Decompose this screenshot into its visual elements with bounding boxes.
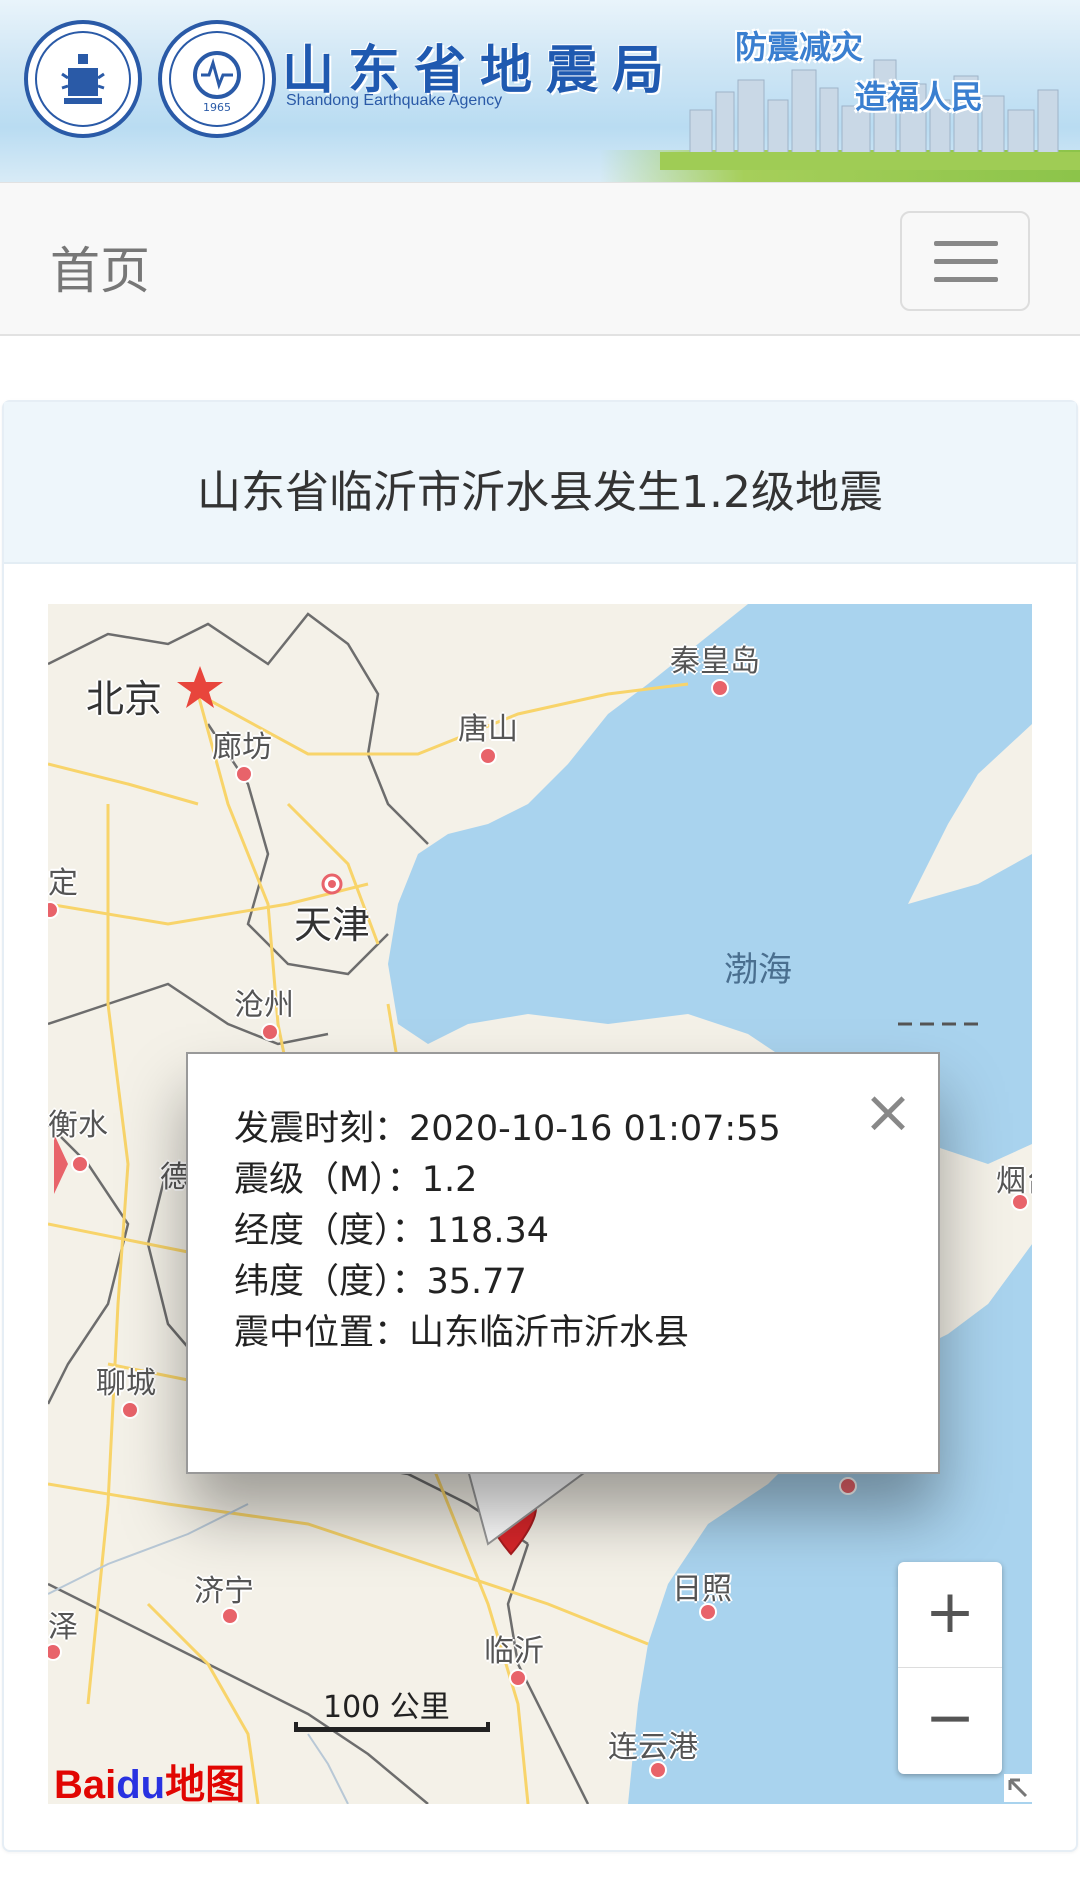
baidu-logo-bai: Bai xyxy=(54,1763,117,1804)
info-latitude-value: 35.77 xyxy=(426,1262,527,1302)
info-magnitude-value: 1.2 xyxy=(421,1160,478,1200)
earthquake-title: 山东省临沂市沂水县发生1.2级地震 xyxy=(197,467,883,518)
city-label-lianyungang: 连云港 xyxy=(608,1730,698,1765)
baidu-logo-map: 地图 xyxy=(165,1763,246,1804)
city-label-rizhao: 日照 xyxy=(672,1572,732,1607)
zoom-control: + − xyxy=(898,1562,1002,1774)
city-label-cangzhou: 沧州 xyxy=(234,988,294,1023)
home-link[interactable]: 首页 xyxy=(50,231,150,303)
info-time-value: 2020-10-16 01:07:55 xyxy=(409,1109,781,1149)
panel-heading: 山东省临沂市沂水县发生1.2级地震 xyxy=(4,402,1076,564)
menu-toggle-button[interactable] xyxy=(900,211,1030,311)
svg-text:1965: 1965 xyxy=(203,101,231,114)
city-label-jining: 济宁 xyxy=(194,1574,254,1609)
info-latitude-row: 纬度（度）：35.77 xyxy=(234,1257,781,1308)
info-time-row: 发震时刻：2020-10-16 01:07:55 xyxy=(234,1104,781,1155)
zoom-out-button[interactable]: − xyxy=(898,1668,1002,1773)
slogan-line-2: 造福人民 xyxy=(855,78,984,116)
earthquake-map[interactable]: 北京 廊坊 唐山 秦皇岛 天津 沧州 衡水 德 定 聊城 济宁 泽 临沂 日照 … xyxy=(48,604,1032,1804)
info-location-row: 震中位置：山东临沂市沂水县 xyxy=(234,1308,781,1359)
city-label-liaocheng: 聊城 xyxy=(96,1366,156,1401)
city-label-beijing: 北京 xyxy=(86,677,163,721)
info-location-value: 山东临沂市沂水县 xyxy=(409,1313,690,1353)
info-longitude-row: 经度（度）：118.34 xyxy=(234,1206,781,1257)
header-banner: 1965 山东省地震局 Shandong Earthquake Agency 防… xyxy=(0,0,1080,182)
navbar: 首页 xyxy=(0,182,1080,336)
city-label-qinhuangdao: 秦皇岛 xyxy=(670,644,760,679)
globe-emblem-icon: 1965 xyxy=(193,51,241,114)
city-label-ding: 定 xyxy=(48,866,78,901)
seismograph-emblem-icon xyxy=(61,54,105,104)
info-longitude-value: 118.34 xyxy=(426,1211,549,1251)
city-label-tianjin: 天津 xyxy=(294,903,371,947)
city-label-ze: 泽 xyxy=(48,1610,78,1645)
info-window-pointer xyxy=(468,1470,588,1546)
earthquake-info-window: × 发震时刻：2020-10-16 01:07:55 震级（M）：1.2 经度（… xyxy=(186,1052,940,1474)
info-latitude-label: 纬度（度）： xyxy=(234,1262,427,1302)
info-magnitude-label: 震级（M）： xyxy=(234,1160,422,1200)
sea-logo: 1965 xyxy=(158,20,276,138)
map-scale-label: 100 公里 xyxy=(323,1690,450,1725)
baidu-map-logo[interactable]: Baidu地图 xyxy=(54,1752,245,1804)
info-time-label: 发震时刻： xyxy=(234,1109,410,1149)
city-label-linyi: 临沂 xyxy=(484,1634,544,1669)
baidu-logo-du: du xyxy=(116,1763,166,1804)
sea-label-bohai: 渤海 xyxy=(724,950,792,990)
cea-logo xyxy=(24,20,142,138)
city-label-yantai: 烟台 xyxy=(996,1164,1032,1199)
map-resize-icon[interactable] xyxy=(1004,1774,1032,1802)
slogan-line-1: 防震减灾 xyxy=(735,28,864,66)
info-location-label: 震中位置： xyxy=(234,1313,410,1353)
city-label-tangshan: 唐山 xyxy=(458,712,518,747)
zoom-in-button[interactable]: + xyxy=(898,1562,1002,1668)
city-label-langfang: 廊坊 xyxy=(212,730,272,765)
map-scale-bar xyxy=(294,1722,490,1732)
agency-name-en: Shandong Earthquake Agency xyxy=(286,92,503,109)
info-magnitude-row: 震级（M）：1.2 xyxy=(234,1155,781,1206)
city-label-hengshui: 衡水 xyxy=(48,1108,108,1143)
info-longitude-label: 经度（度）： xyxy=(234,1211,427,1251)
close-icon[interactable]: × xyxy=(858,1082,918,1144)
